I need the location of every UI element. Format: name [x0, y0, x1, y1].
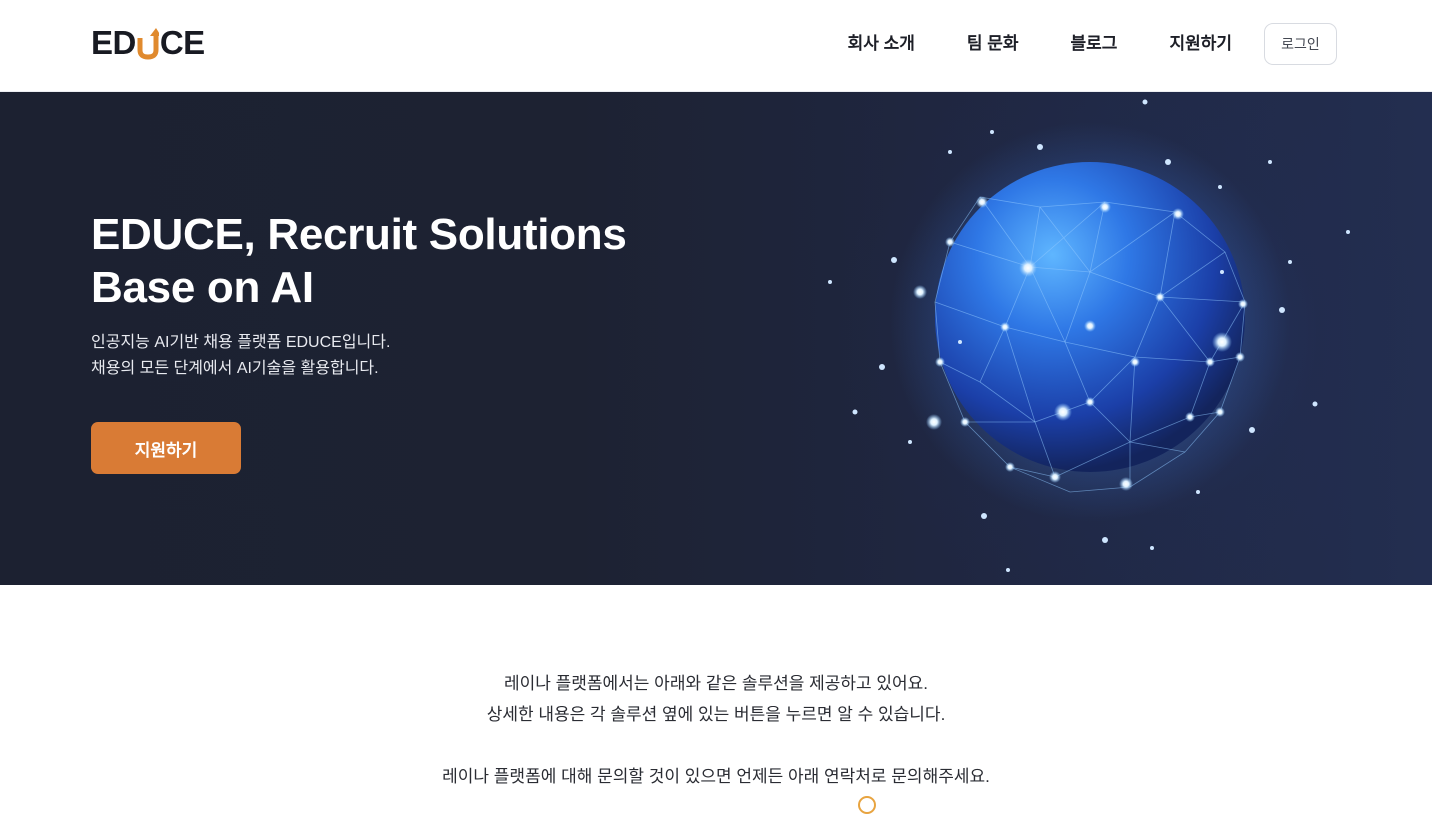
nav-company-intro[interactable]: 회사 소개: [848, 23, 915, 65]
main-nav: 회사 소개 팀 문화 블로그 지원하기 로그인: [848, 23, 1337, 65]
hero-title: EDUCE, Recruit Solutions Base on AI: [91, 208, 651, 314]
nav-blog[interactable]: 블로그: [1071, 23, 1118, 65]
intro-line-1: 레이나 플랫폼에서는 아래와 같은 솔루션을 제공하고 있어요.: [503, 674, 929, 693]
login-button[interactable]: 로그인: [1264, 23, 1337, 65]
site-header: ED CE 회사 소개 팀 문화 블로그 지원하기 로그인: [0, 0, 1432, 92]
hero-apply-button[interactable]: 지원하기: [91, 422, 241, 474]
partial-circle-icon: [858, 796, 876, 814]
hero-banner: EDUCE, Recruit Solutions Base on AI 인공지능…: [0, 92, 1432, 585]
hero-subtitle-line-2: 채용의 모든 단계에서 AI기술을 활용합니다.: [91, 360, 379, 377]
hero-subtitle: 인공지능 AI기반 채용 플랫폼 EDUCE입니다. 채용의 모든 단계에서 A…: [91, 330, 390, 382]
hero-subtitle-line-1: 인공지능 AI기반 채용 플랫폼 EDUCE입니다.: [91, 334, 391, 351]
educe-logo[interactable]: ED CE: [91, 24, 205, 61]
logo-u-arrow-icon: [137, 28, 159, 60]
solutions-intro: 레이나 플랫폼에서는 아래와 같은 솔루션을 제공하고 있어요. 상세한 내용은…: [0, 585, 1432, 814]
hero-title-line-2: Base on AI: [91, 263, 314, 312]
nav-apply[interactable]: 지원하기: [1169, 23, 1232, 65]
intro-line-3: 레이나 플랫폼에 대해 문의할 것이 있으면 언제든 아래 연락처로 문의해주세…: [442, 767, 990, 786]
logo-text-left: ED: [91, 24, 136, 61]
intro-line-2: 상세한 내용은 각 솔루션 옆에 있는 버튼을 누르면 알 수 있습니다.: [486, 705, 946, 724]
nav-team-culture[interactable]: 팀 문화: [967, 23, 1019, 65]
network-globe-icon: [828, 99, 1350, 572]
logo-text-right: CE: [159, 24, 205, 61]
hero-title-line-1: EDUCE, Recruit Solutions: [91, 210, 627, 259]
